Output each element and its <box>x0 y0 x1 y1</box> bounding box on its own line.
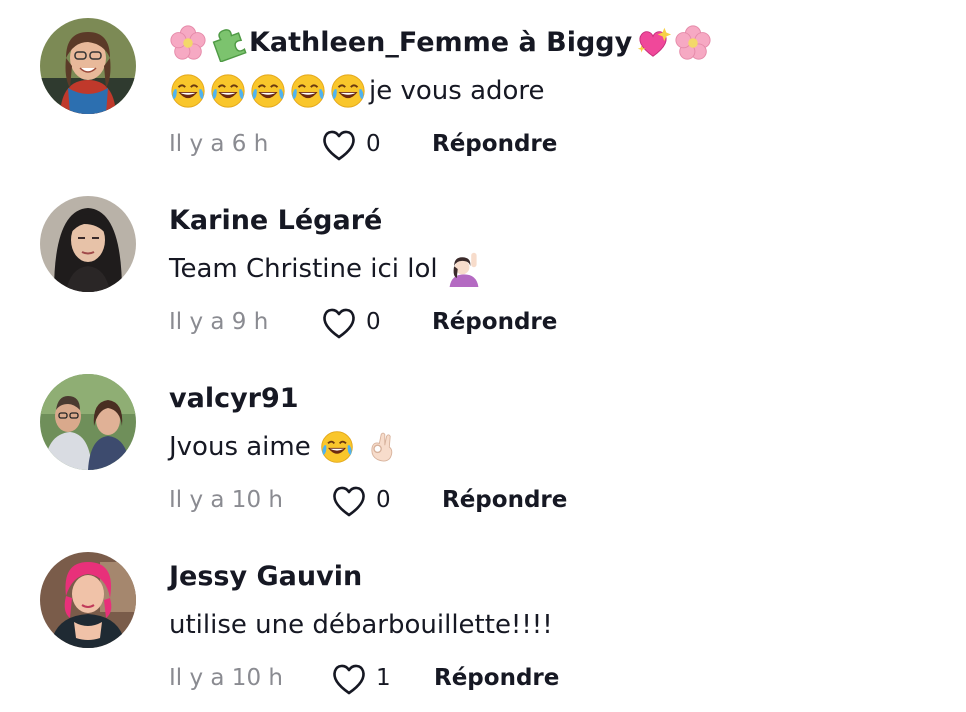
comment-timestamp: Il y a 6 h <box>169 131 269 157</box>
comment-body: je vous adore <box>369 76 545 106</box>
comment-username[interactable]: valcyr91 <box>169 378 299 420</box>
puzzle-piece-icon <box>209 24 247 62</box>
heart-outline-icon <box>323 130 355 161</box>
face-with-tears-of-joy-icon <box>249 72 287 110</box>
comment-item: valcyr91 Jvous aime Il y a 10 h 0 Répond… <box>0 356 966 534</box>
comment-text: utilise une débarbouillette!!!! <box>169 606 553 644</box>
like-button[interactable]: 0 <box>320 303 381 341</box>
person-raising-hand-icon <box>446 251 482 287</box>
cherry-blossom-icon <box>169 24 207 62</box>
heart-outline-icon <box>323 308 355 339</box>
comment-item: Jessy Gauvin utilise une débarbouillette… <box>0 534 966 712</box>
sparkling-heart-icon <box>634 24 672 62</box>
like-count: 0 <box>376 487 391 513</box>
avatar[interactable] <box>40 196 136 292</box>
comment-item: Kathleen_Femme à Biggy je vous adore Il … <box>0 0 966 178</box>
face-with-tears-of-joy-icon <box>209 72 247 110</box>
comment-username[interactable]: Karine Légaré <box>169 200 382 242</box>
like-count: 0 <box>366 131 381 157</box>
comment-username[interactable]: Kathleen_Femme à Biggy <box>169 22 714 64</box>
comment-timestamp: Il y a 10 h <box>169 487 283 513</box>
like-count: 1 <box>376 665 391 691</box>
username-text: Jessy Gauvin <box>169 561 363 592</box>
avatar[interactable] <box>40 374 136 470</box>
reply-button[interactable]: Répondre <box>432 125 557 163</box>
heart-outline-icon <box>333 664 365 695</box>
comment-body: Team Christine ici lol <box>169 254 438 284</box>
heart-outline-icon <box>333 486 365 517</box>
face-with-tears-of-joy-icon <box>319 429 355 465</box>
avatar[interactable] <box>40 552 136 648</box>
cherry-blossom-icon <box>674 24 712 62</box>
like-button[interactable]: 1 <box>330 659 391 697</box>
comment-body: Jvous aime <box>169 432 311 462</box>
comment-username[interactable]: Jessy Gauvin <box>169 556 362 598</box>
comment-item: Karine Légaré Team Christine ici lol Il … <box>0 178 966 356</box>
comment-text: Jvous aime <box>169 428 403 466</box>
like-count: 0 <box>366 309 381 335</box>
reply-button[interactable]: Répondre <box>432 303 557 341</box>
face-with-tears-of-joy-icon <box>329 72 367 110</box>
face-with-tears-of-joy-icon <box>169 72 207 110</box>
reply-button[interactable]: Répondre <box>434 659 559 697</box>
username-text: Karine Légaré <box>169 205 383 236</box>
like-button[interactable]: 0 <box>320 125 381 163</box>
username-text: valcyr91 <box>169 383 299 414</box>
ok-hand-icon <box>365 429 401 465</box>
comment-timestamp: Il y a 9 h <box>169 309 269 335</box>
like-button[interactable]: 0 <box>330 481 391 519</box>
comment-body: utilise une débarbouillette!!!! <box>169 610 553 640</box>
comment-timestamp: Il y a 10 h <box>169 665 283 691</box>
reply-button[interactable]: Répondre <box>442 481 567 519</box>
username-text: Kathleen_Femme à Biggy <box>249 27 633 58</box>
comment-text: je vous adore <box>169 72 545 110</box>
comment-text: Team Christine ici lol <box>169 250 484 288</box>
face-with-tears-of-joy-icon <box>289 72 327 110</box>
avatar[interactable] <box>40 18 136 114</box>
